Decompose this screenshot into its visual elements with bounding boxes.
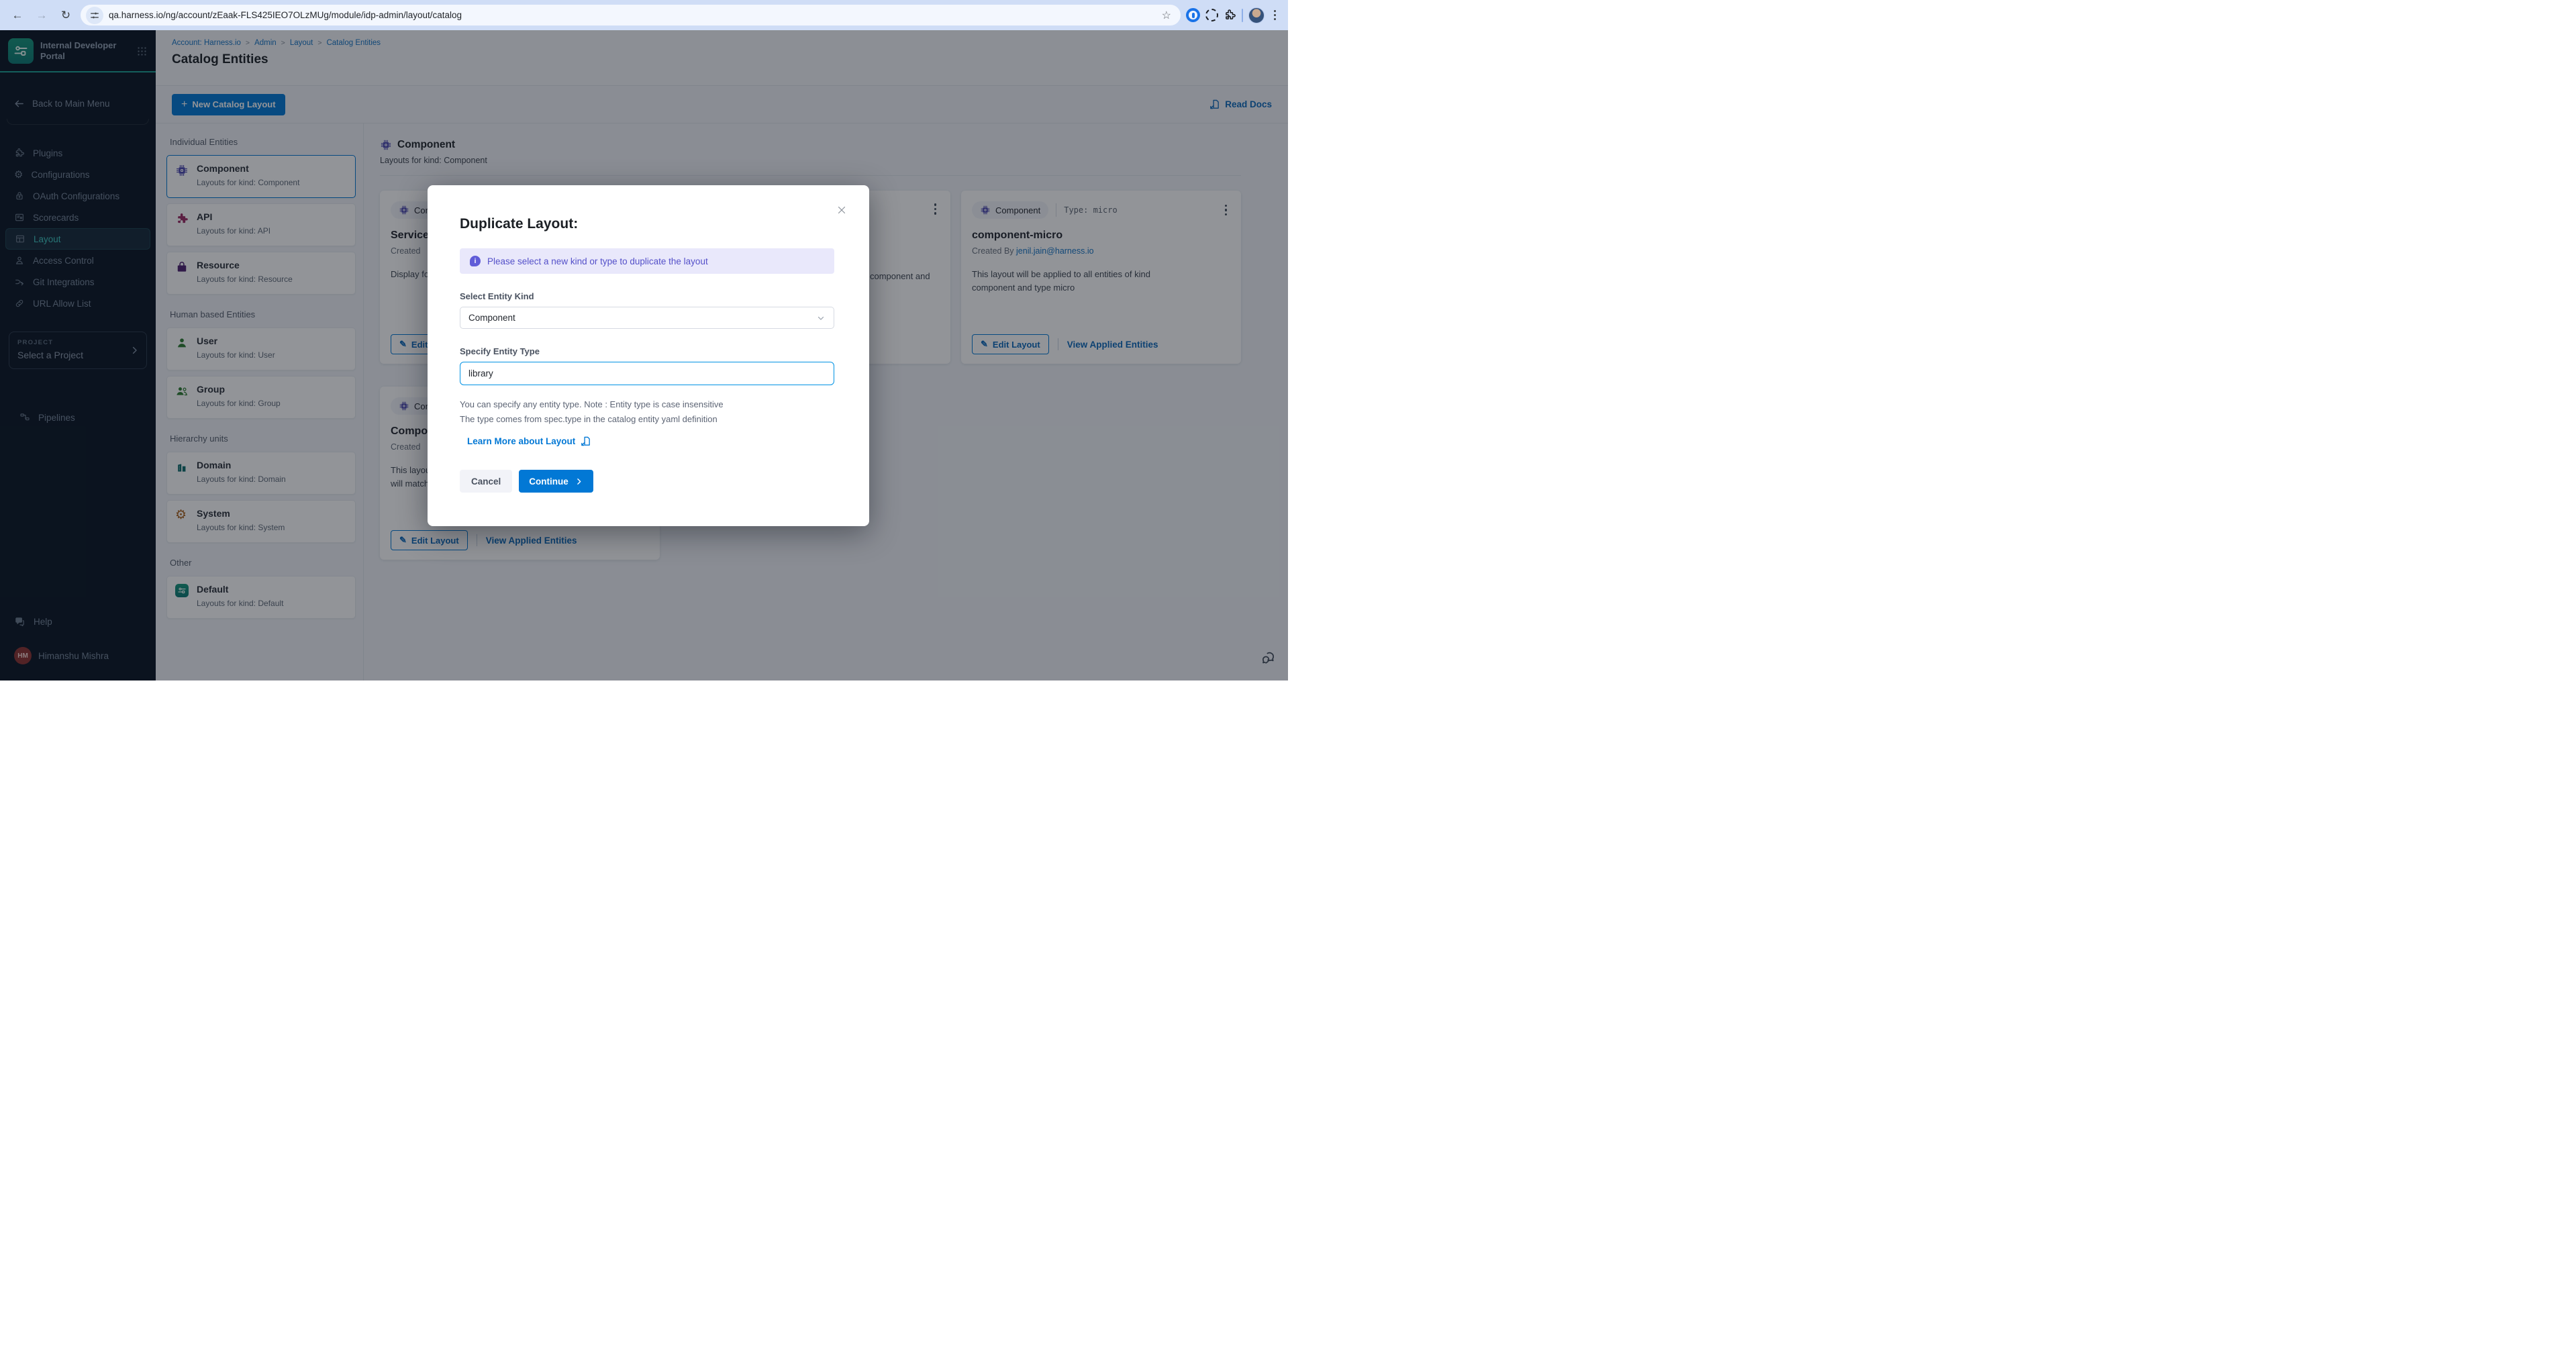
browser-profile-avatar[interactable] xyxy=(1248,7,1265,23)
close-icon[interactable] xyxy=(836,204,848,216)
docs-icon xyxy=(580,436,591,447)
learn-more-label: Learn More about Layout xyxy=(467,436,575,446)
browser-menu-icon[interactable] xyxy=(1270,7,1281,23)
info-banner-text: Please select a new kind or type to dupl… xyxy=(487,256,708,266)
password-extension-icon[interactable] xyxy=(1186,8,1200,22)
loader-extension-icon[interactable] xyxy=(1205,9,1218,21)
helper-text: You can specify any entity type. Note : … xyxy=(460,397,834,427)
entity-type-label: Specify Entity Type xyxy=(460,346,834,356)
cancel-button[interactable]: Cancel xyxy=(460,470,512,493)
entity-type-input[interactable] xyxy=(460,362,834,385)
learn-more-link[interactable]: Learn More about Layout xyxy=(467,436,834,447)
bookmark-star-icon[interactable]: ☆ xyxy=(1156,9,1177,22)
entity-kind-label: Select Entity Kind xyxy=(460,291,834,301)
browser-reload-button[interactable]: ↻ xyxy=(56,6,75,25)
info-icon: i xyxy=(470,256,481,266)
chevron-down-icon xyxy=(816,313,826,323)
extensions-puzzle-icon[interactable] xyxy=(1224,9,1236,21)
continue-button[interactable]: Continue xyxy=(519,470,593,493)
site-info-icon[interactable] xyxy=(86,7,103,24)
chevron-right-icon xyxy=(575,477,583,486)
browser-forward-button[interactable]: → xyxy=(32,6,51,25)
browser-toolbar: ← → ↻ qa.harness.io/ng/account/zEaak-FLS… xyxy=(0,0,1288,30)
screen: ← → ↻ qa.harness.io/ng/account/zEaak-FLS… xyxy=(0,0,1288,680)
toolbar-divider xyxy=(1242,9,1243,22)
info-banner: i Please select a new kind or type to du… xyxy=(460,248,834,274)
url-text: qa.harness.io/ng/account/zEaak-FLS425IEO… xyxy=(109,10,1151,20)
url-bar[interactable]: qa.harness.io/ng/account/zEaak-FLS425IEO… xyxy=(81,5,1181,26)
modal-title: Duplicate Layout: xyxy=(460,216,834,232)
duplicate-layout-modal: Duplicate Layout: i Please select a new … xyxy=(428,185,869,526)
browser-back-button[interactable]: ← xyxy=(8,6,27,25)
entity-kind-value: Component xyxy=(468,313,515,323)
entity-kind-select[interactable]: Component xyxy=(460,307,834,329)
continue-label: Continue xyxy=(529,476,568,487)
